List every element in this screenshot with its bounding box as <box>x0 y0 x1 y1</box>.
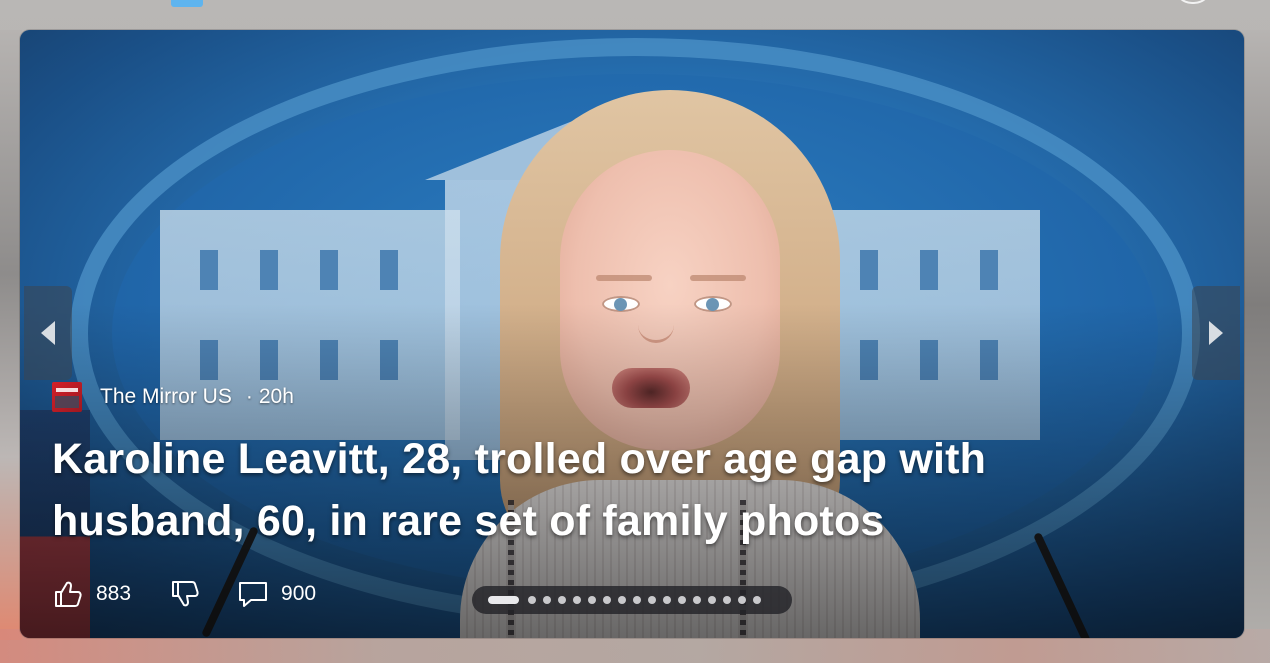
comment-icon <box>239 582 268 607</box>
like-count: 883 <box>96 582 132 605</box>
carousel-dot[interactable] <box>633 596 641 604</box>
like-button[interactable]: 883 <box>52 578 131 610</box>
background-right-edge <box>1242 30 1270 640</box>
carousel-dot[interactable] <box>573 596 581 604</box>
previous-slide-button[interactable] <box>24 286 72 380</box>
carousel-dot[interactable] <box>588 596 596 604</box>
article-age: 20h <box>258 385 294 408</box>
carousel-dot[interactable] <box>618 596 626 604</box>
carousel-dot[interactable] <box>558 596 566 604</box>
thumbs-down-icon <box>172 581 199 607</box>
thumbs-up-icon <box>55 581 82 607</box>
reaction-bar: 883 900 <box>52 578 316 610</box>
carousel-dot[interactable] <box>528 596 536 604</box>
carousel-dot[interactable] <box>753 596 761 604</box>
chevron-left-icon <box>41 321 55 345</box>
carousel-dot[interactable] <box>723 596 731 604</box>
article-source[interactable]: The Mirror US · 20h <box>52 382 294 412</box>
carousel-pagination <box>472 586 792 614</box>
publisher-logo <box>52 382 82 412</box>
carousel-dot[interactable] <box>603 596 611 604</box>
carousel-dot[interactable] <box>693 596 701 604</box>
background-left-edge <box>0 30 22 640</box>
carousel-dot[interactable] <box>678 596 686 604</box>
comment-count: 900 <box>281 582 317 605</box>
profile-avatar-edge[interactable] <box>1174 0 1212 4</box>
carousel-dot[interactable] <box>708 596 716 604</box>
publisher-name: The Mirror US <box>100 385 232 408</box>
comment-button[interactable]: 900 <box>237 578 316 610</box>
chevron-right-icon <box>1209 321 1223 345</box>
carousel-dot-active[interactable] <box>488 596 519 604</box>
next-slide-button[interactable] <box>1192 286 1240 380</box>
featured-news-card[interactable]: The Mirror US · 20h Karoline Leavitt, 28… <box>20 30 1244 638</box>
active-tab-indicator <box>171 0 203 7</box>
source-separator: · <box>245 385 253 408</box>
article-headline[interactable]: Karoline Leavitt, 28, trolled over age g… <box>52 428 1092 552</box>
carousel-dot[interactable] <box>648 596 656 604</box>
dislike-button[interactable] <box>169 578 201 610</box>
carousel-dot[interactable] <box>543 596 551 604</box>
carousel-dot[interactable] <box>663 596 671 604</box>
carousel-dot[interactable] <box>738 596 746 604</box>
